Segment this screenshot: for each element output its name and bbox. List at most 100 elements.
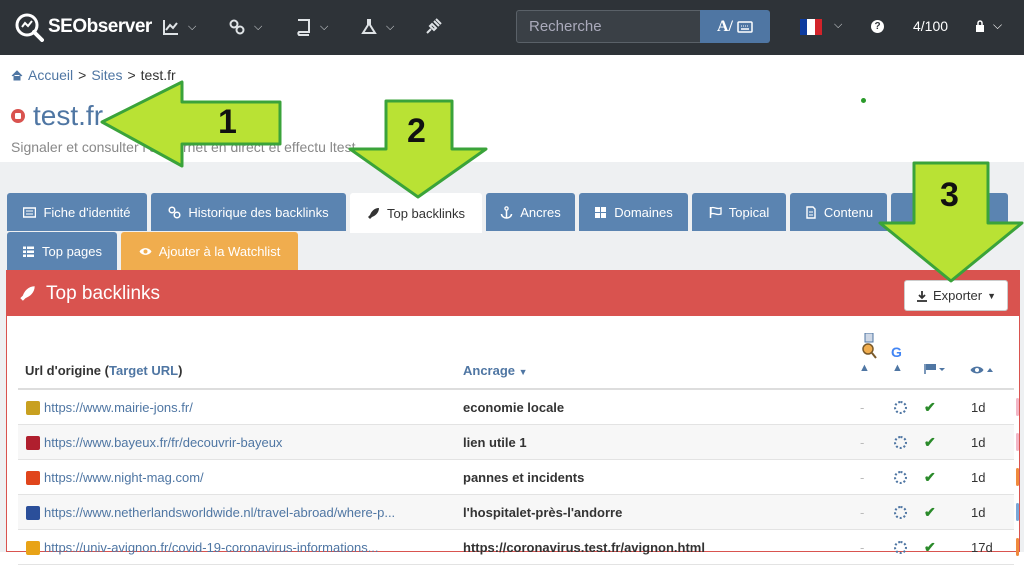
nav-plugin-button[interactable]	[424, 15, 442, 39]
check-icon: ✔	[924, 434, 936, 450]
magnifier-logo-icon	[15, 13, 44, 42]
trust-flow-value: -	[860, 400, 865, 415]
source-url-link[interactable]: https://univ-avignon.fr/covid-19-coronav…	[44, 540, 379, 555]
nav-lab-menu[interactable]: ⌵	[360, 15, 394, 39]
trust-flow-value: -	[860, 470, 865, 485]
sort-asc-icon[interactable]: ▲	[859, 362, 870, 374]
trust-flow-value: -	[860, 435, 865, 450]
last-seen-value: 1d	[971, 400, 986, 415]
panel-header: Top backlinks	[7, 271, 1019, 316]
last-seen-value: 17d	[971, 540, 993, 555]
site-favicon-icon	[26, 541, 40, 555]
chevron-down-icon: ⌵	[993, 18, 1003, 32]
nav-chart-menu[interactable]: ⌵	[162, 15, 196, 39]
tab-topical[interactable]: Topical	[692, 193, 786, 231]
annotation-number-3: 3	[940, 176, 959, 214]
document-icon	[806, 205, 816, 219]
tab-ancres[interactable]: Ancres	[486, 193, 575, 231]
eye-sort-icon[interactable]	[970, 364, 996, 379]
tab-fiche-identite[interactable]: Fiche d'identité	[7, 193, 147, 231]
trust-flow-value: -	[860, 505, 865, 520]
last-seen-value: 1d	[971, 435, 986, 450]
page-header: test.fr	[11, 100, 103, 132]
google-icon: G	[891, 344, 902, 360]
search-mode-label: A/	[717, 17, 733, 35]
status-dot	[861, 98, 866, 103]
rocket-icon	[367, 207, 379, 219]
column-header-anchor[interactable]: Ancrage ▼	[463, 363, 528, 378]
source-url-link[interactable]: https://www.netherlandsworldwide.nl/trav…	[44, 505, 395, 520]
page-title: test.fr	[33, 100, 104, 131]
loading-spinner-icon	[894, 401, 907, 414]
check-icon: ✔	[924, 504, 936, 520]
table-row: https://www.netherlandsworldwide.nl/trav…	[18, 495, 1019, 530]
sort-asc-icon[interactable]: ▲	[892, 362, 903, 374]
keyboard-icon	[737, 20, 753, 33]
annotation-number-2: 2	[407, 112, 426, 150]
add-to-watchlist-button[interactable]: Ajouter à la Watchlist	[121, 232, 298, 270]
search-mode-button[interactable]: A/	[700, 10, 770, 43]
tab-domaines[interactable]: Domaines	[579, 193, 688, 231]
chevron-down-icon: ⌵	[320, 20, 329, 33]
help-icon[interactable]: ?	[871, 20, 884, 33]
anchor-icon	[501, 205, 513, 219]
check-icon: ✔	[924, 539, 936, 555]
search-input[interactable]: Recherche	[516, 10, 701, 43]
nav-book-menu[interactable]: ⌵	[294, 15, 328, 39]
book-icon	[297, 19, 310, 36]
site-favicon-icon	[26, 471, 40, 485]
trust-flow-value: -	[860, 540, 865, 555]
top-navbar: SEObserver ⌵ ⌵ ⌵ ⌵ Recherche A/ ⌵ ? 4/10…	[0, 0, 1024, 55]
rocket-icon	[20, 286, 35, 301]
loading-spinner-icon	[894, 471, 907, 484]
breadcrumb-home-link[interactable]: Accueil	[28, 67, 73, 83]
table-row: https://www.bayeux.fr/fr/decouvrir-bayeu…	[18, 425, 1019, 460]
link-icon	[168, 205, 181, 219]
nav-links-menu[interactable]: ⌵	[228, 15, 262, 39]
loading-spinner-icon	[894, 541, 907, 554]
anchor-text: pannes et incidents	[463, 470, 585, 485]
chevron-down-icon[interactable]: ⌵	[834, 19, 842, 32]
line-chart-icon	[163, 20, 178, 35]
lock-icon	[976, 19, 984, 32]
tab-top-pages[interactable]: Top pages	[7, 232, 117, 270]
chevron-down-icon: ⌵	[188, 20, 197, 33]
last-seen-value: 1d	[971, 470, 986, 485]
french-flag-icon[interactable]	[800, 19, 822, 35]
anchor-text: https://coronavirus.test.fr/avignon.html	[463, 540, 705, 555]
table-row: https://univ-avignon.fr/covid-19-coronav…	[18, 530, 1019, 565]
caret-down-icon: ▼	[987, 290, 997, 301]
site-favicon-icon	[26, 436, 40, 450]
app-logo[interactable]: SEObserver	[14, 9, 152, 45]
download-icon	[916, 290, 927, 302]
home-icon	[11, 69, 23, 80]
panel-title: Top backlinks	[46, 282, 161, 304]
source-url-link[interactable]: https://www.mairie-jons.fr/	[44, 400, 193, 415]
credit-counter: 4/100	[913, 18, 949, 34]
site-favicon-icon	[26, 506, 40, 520]
tab-historique-backlinks[interactable]: Historique des backlinks	[151, 193, 346, 231]
status-marker	[1016, 468, 1019, 486]
site-favicon-icon	[26, 401, 40, 415]
status-marker	[1016, 538, 1019, 556]
list-icon	[23, 246, 34, 257]
eye-icon	[139, 247, 152, 255]
flag-icon	[709, 206, 722, 218]
account-menu[interactable]: ⌵	[975, 18, 1002, 33]
status-marker	[1016, 503, 1019, 521]
target-url-toggle[interactable]: Target URL	[109, 363, 178, 378]
plug-icon	[426, 18, 442, 34]
chevron-down-icon: ⌵	[386, 20, 395, 33]
flag-sort-icon[interactable]	[924, 363, 946, 378]
status-marker	[1016, 398, 1019, 416]
source-url-link[interactable]: https://www.bayeux.fr/fr/decouvrir-bayeu…	[44, 435, 282, 450]
source-url-link[interactable]: https://www.night-mag.com/	[44, 470, 204, 485]
anchor-text: economie locale	[463, 400, 565, 415]
caret-down-icon: ▼	[518, 367, 528, 377]
tab-contenu[interactable]: Contenu	[790, 193, 887, 231]
column-header-source-url[interactable]: Url d'origine (Target URL)	[25, 363, 182, 378]
loading-spinner-icon	[894, 506, 907, 519]
check-icon: ✔	[924, 469, 936, 485]
export-label: Exporter	[932, 288, 983, 303]
table-row: https://www.mairie-jons.fr/economie loca…	[18, 390, 1019, 425]
